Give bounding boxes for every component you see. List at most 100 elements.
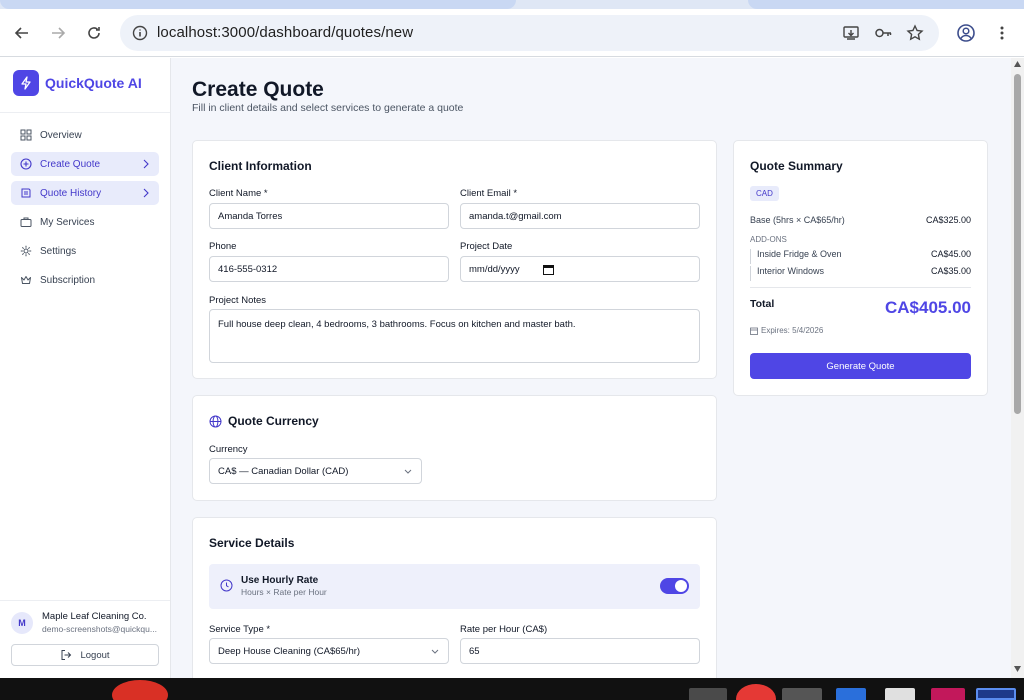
briefcase-icon [19,215,33,229]
currency-badge: CAD [750,186,779,201]
user-name: Maple Leaf Cleaning Co. [42,611,147,622]
total-value: CA$405.00 [884,298,971,317]
currency-select[interactable]: CA$ — Canadian Dollar (CAD) [209,458,422,484]
app-viewport: QuickQuote AI Overview Create Quote Quot… [0,58,1024,678]
generate-quote-button[interactable]: Generate Quote [750,353,971,379]
client-email-input[interactable]: amanda.t@gmail.com [460,203,700,229]
hourly-rate-toggle-row[interactable]: Use Hourly Rate Hours × Rate per Hour [209,564,700,609]
chrome-app-icon[interactable] [112,680,168,700]
sidebar-item-label: Overview [40,129,82,141]
chevron-down-icon [430,647,440,657]
reload-icon[interactable] [82,21,106,45]
scrollbar[interactable] [1011,58,1024,678]
app-icon[interactable] [836,688,866,700]
hourly-rate-toggle[interactable] [660,578,689,594]
site-info-icon[interactable] [130,23,150,43]
date-placeholder: mm/dd/yyyy [469,264,520,275]
history-icon [19,186,33,200]
logout-button[interactable]: Logout [11,644,159,666]
base-value: CA$325.00 [925,215,971,225]
project-notes-textarea[interactable]: Full house deep clean, 4 bedrooms, 3 bat… [209,309,700,363]
client-information-card: Client Information Client Name * Amanda … [192,140,717,379]
terminal-app-icon[interactable] [689,688,727,700]
addon-label: Interior Windows [757,266,825,276]
browser-tab[interactable] [0,0,516,9]
sidebar-item-quote-history[interactable]: Quote History [11,181,159,205]
sidebar-item-my-services[interactable]: My Services [11,210,159,234]
scroll-up-arrow-icon[interactable] [1014,61,1021,67]
address-bar[interactable]: localhost:3000/dashboard/quotes/new [120,15,939,51]
logout-label: Logout [80,649,110,661]
chevron-right-icon [141,187,151,199]
os-taskbar [0,678,1024,700]
service-type-label: Service Type * [209,624,271,635]
main-content: Create Quote Fill in client details and … [171,58,1011,678]
card-title: Quote Summary [750,159,843,173]
browser-menu-icon[interactable] [990,21,1014,45]
rate-per-hour-input[interactable]: 65 [460,638,700,664]
app-icon[interactable] [782,688,822,700]
addon-value: CA$35.00 [930,266,971,276]
service-details-card: Service Details Use Hourly Rate Hours × … [192,517,717,678]
install-app-icon[interactable] [841,23,861,43]
divider [0,112,170,113]
service-type-select[interactable]: Deep House Cleaning (CA$65/hr) [209,638,449,664]
addon-row: Inside Fridge & Oven CA$45.00 [750,249,971,264]
scroll-down-arrow-icon[interactable] [1014,666,1021,672]
currency-value: CA$ — Canadian Dollar (CAD) [218,466,349,477]
app-icon[interactable] [976,688,1016,700]
quote-currency-card: Quote Currency Currency CA$ — Canadian D… [192,395,717,501]
expiry-text: Expires: 5/4/2026 [761,326,824,335]
project-date-input[interactable]: mm/dd/yyyy [460,256,700,282]
expiry-note: Expires: 5/4/2026 [750,326,823,335]
user-profile[interactable]: M Maple Leaf Cleaning Co. demo-screensho… [11,611,160,634]
avatar: M [11,611,33,634]
service-type-value: Deep House Cleaning (CA$65/hr) [218,646,361,657]
browser-tab[interactable] [748,0,1024,9]
total-label: Total [750,298,775,310]
addon-label: Inside Fridge & Oven [757,249,842,259]
card-title: Client Information [209,159,312,173]
phone-label: Phone [209,241,237,252]
crown-icon [19,273,33,287]
key-icon[interactable] [873,23,893,43]
sidebar-item-settings[interactable]: Settings [11,239,159,263]
page-subtitle: Fill in client details and select servic… [192,102,464,114]
scrollbar-thumb[interactable] [1014,74,1021,414]
divider [750,287,971,288]
base-label: Base (5hrs × CA$65/hr) [750,215,845,225]
sidebar-item-subscription[interactable]: Subscription [11,268,159,292]
chevron-right-icon [141,158,151,170]
sidebar-item-label: My Services [40,216,95,228]
sidebar-item-label: Create Quote [40,158,101,170]
grid-icon [19,128,33,142]
project-notes-label: Project Notes [209,295,267,306]
sidebar-item-label: Settings [40,245,77,257]
sidebar-item-create-quote[interactable]: Create Quote [11,152,159,176]
brand[interactable]: QuickQuote AI [13,70,142,96]
app-icon[interactable] [885,688,915,700]
rate-per-hour-label: Rate per Hour (CA$) [460,624,548,635]
page-title: Create Quote [192,78,324,101]
sidebar-item-overview[interactable]: Overview [11,123,159,147]
phone-input[interactable]: 416-555-0312 [209,256,449,282]
client-name-input[interactable]: Amanda Torres [209,203,449,229]
brand-name: QuickQuote AI [45,75,142,91]
hourly-rate-subtitle: Hours × Rate per Hour [241,587,327,597]
currency-label: Currency [209,444,248,455]
app-icon[interactable] [931,688,965,700]
back-icon[interactable] [10,21,34,45]
addons-heading: ADD-ONS [750,235,787,244]
project-date-label: Project Date [460,241,513,252]
bookmark-star-icon[interactable] [905,23,925,43]
gear-icon [19,244,33,258]
forward-icon[interactable] [46,21,70,45]
quote-summary-card: Quote Summary CAD Base (5hrs × CA$65/hr)… [733,140,988,396]
chevron-down-icon [403,467,413,477]
calendar-icon[interactable] [543,264,554,278]
app-icon[interactable] [736,684,776,700]
sidebar-item-label: Quote History [40,187,102,199]
profile-icon[interactable] [954,21,978,45]
browser-toolbar: localhost:3000/dashboard/quotes/new [0,9,1024,57]
base-row: Base (5hrs × CA$65/hr) CA$325.00 [750,215,971,225]
